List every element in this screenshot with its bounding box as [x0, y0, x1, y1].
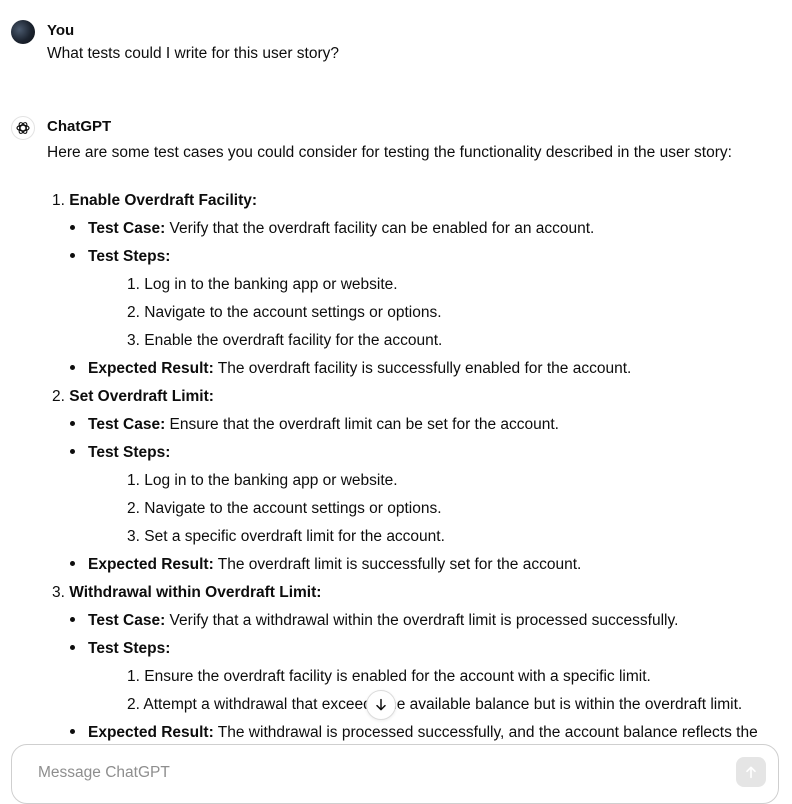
user-avatar — [11, 20, 35, 44]
bullet-icon — [70, 365, 75, 371]
bullet-icon — [70, 225, 75, 231]
test-steps-label: Test Steps: — [88, 640, 171, 657]
test-case-text: Verify that the overdraft facility can b… — [165, 220, 595, 237]
test-case-label: Test Case: — [88, 416, 166, 433]
arrow-down-icon — [376, 698, 386, 711]
list-item: Test Case: Verify that the overdraft fac… — [70, 220, 594, 238]
bullet-icon — [70, 253, 75, 259]
section-number: 3. — [52, 584, 65, 601]
step-text: Log in to the banking app or website. — [144, 472, 398, 489]
scroll-to-bottom-button[interactable] — [366, 690, 396, 720]
test-steps-label: Test Steps: — [88, 248, 171, 265]
step-item: 2. Navigate to the account settings or o… — [127, 304, 442, 322]
list-item: Test Case: Ensure that the overdraft lim… — [70, 416, 559, 434]
assistant-avatar — [11, 116, 35, 140]
step-text: Log in to the banking app or website. — [144, 276, 398, 293]
step-number: 1. — [127, 472, 140, 489]
step-item: 2. Attempt a withdrawal that exceeds the… — [127, 696, 742, 714]
expected-result-label: Expected Result: — [88, 724, 214, 741]
step-text: Set a specific overdraft limit for the a… — [144, 528, 445, 545]
list-item: Test Case: Verify that a withdrawal with… — [70, 612, 678, 630]
step-item: 2. Navigate to the account settings or o… — [127, 500, 442, 518]
test-case-label: Test Case: — [88, 220, 166, 237]
user-author-name: You — [47, 22, 75, 39]
expected-result-label: Expected Result: — [88, 360, 214, 377]
expected-result-label: Expected Result: — [88, 556, 214, 573]
expected-result-text: The overdraft limit is successfully set … — [213, 556, 582, 573]
step-item: 3. Enable the overdraft facility for the… — [127, 332, 442, 350]
assistant-author-name: ChatGPT — [47, 118, 112, 135]
list-item: Expected Result: The overdraft limit is … — [70, 556, 581, 574]
step-number: 2. — [127, 696, 140, 713]
bullet-icon — [70, 617, 75, 623]
message-input[interactable] — [36, 763, 690, 783]
step-number: 2. — [127, 500, 140, 517]
step-text: Navigate to the account settings or opti… — [144, 500, 442, 517]
step-text: Enable the overdraft facility for the ac… — [144, 332, 443, 349]
test-case-text: Verify that a withdrawal within the over… — [165, 612, 679, 629]
bullet-icon — [70, 561, 75, 567]
step-item: 3. Set a specific overdraft limit for th… — [127, 528, 445, 546]
step-item: 1. Log in to the banking app or website. — [127, 472, 398, 490]
list-item: Test Steps: — [70, 444, 170, 462]
section-number: 2. — [52, 388, 65, 405]
arrow-up-icon — [746, 766, 756, 779]
section-heading: 2. Set Overdraft Limit: — [52, 388, 214, 406]
expected-result-text: The overdraft facility is successfully e… — [213, 360, 632, 377]
test-case-label: Test Case: — [88, 612, 166, 629]
bullet-icon — [70, 729, 75, 735]
bullet-icon — [70, 421, 75, 427]
section-heading: 1. Enable Overdraft Facility: — [52, 192, 257, 210]
user-message-text: What tests could I write for this user s… — [47, 45, 340, 62]
section-title: Enable Overdraft Facility: — [69, 192, 258, 209]
openai-logo-icon — [16, 122, 30, 134]
step-item: 1. Ensure the overdraft facility is enab… — [127, 668, 651, 686]
bullet-icon — [70, 645, 75, 651]
message-composer — [11, 744, 779, 804]
test-steps-label: Test Steps: — [88, 444, 171, 461]
list-item: Test Steps: — [70, 248, 170, 266]
section-title: Set Overdraft Limit: — [69, 388, 214, 405]
list-item: Test Steps: — [70, 640, 170, 658]
section-heading: 3. Withdrawal within Overdraft Limit: — [52, 584, 321, 602]
bullet-icon — [70, 449, 75, 455]
step-number: 3. — [127, 332, 140, 349]
send-button[interactable] — [736, 757, 766, 787]
step-text: Navigate to the account settings or opti… — [144, 304, 442, 321]
section-number: 1. — [52, 192, 65, 209]
step-number: 2. — [127, 304, 140, 321]
test-case-text: Ensure that the overdraft limit can be s… — [165, 416, 559, 433]
list-item: Expected Result: The overdraft facility … — [70, 360, 631, 378]
step-item: 1. Log in to the banking app or website. — [127, 276, 398, 294]
step-number: 3. — [127, 528, 140, 545]
step-text: Attempt a withdrawal that exceeds the av… — [143, 696, 743, 713]
section-title: Withdrawal within Overdraft Limit: — [69, 584, 322, 601]
step-number: 1. — [127, 668, 140, 685]
expected-result-text: The withdrawal is processed successfully… — [213, 724, 758, 741]
step-number: 1. — [127, 276, 140, 293]
list-item: Expected Result: The withdrawal is proce… — [70, 724, 758, 742]
step-text: Ensure the overdraft facility is enabled… — [144, 668, 651, 685]
assistant-intro-text: Here are some test cases you could consi… — [47, 144, 732, 161]
